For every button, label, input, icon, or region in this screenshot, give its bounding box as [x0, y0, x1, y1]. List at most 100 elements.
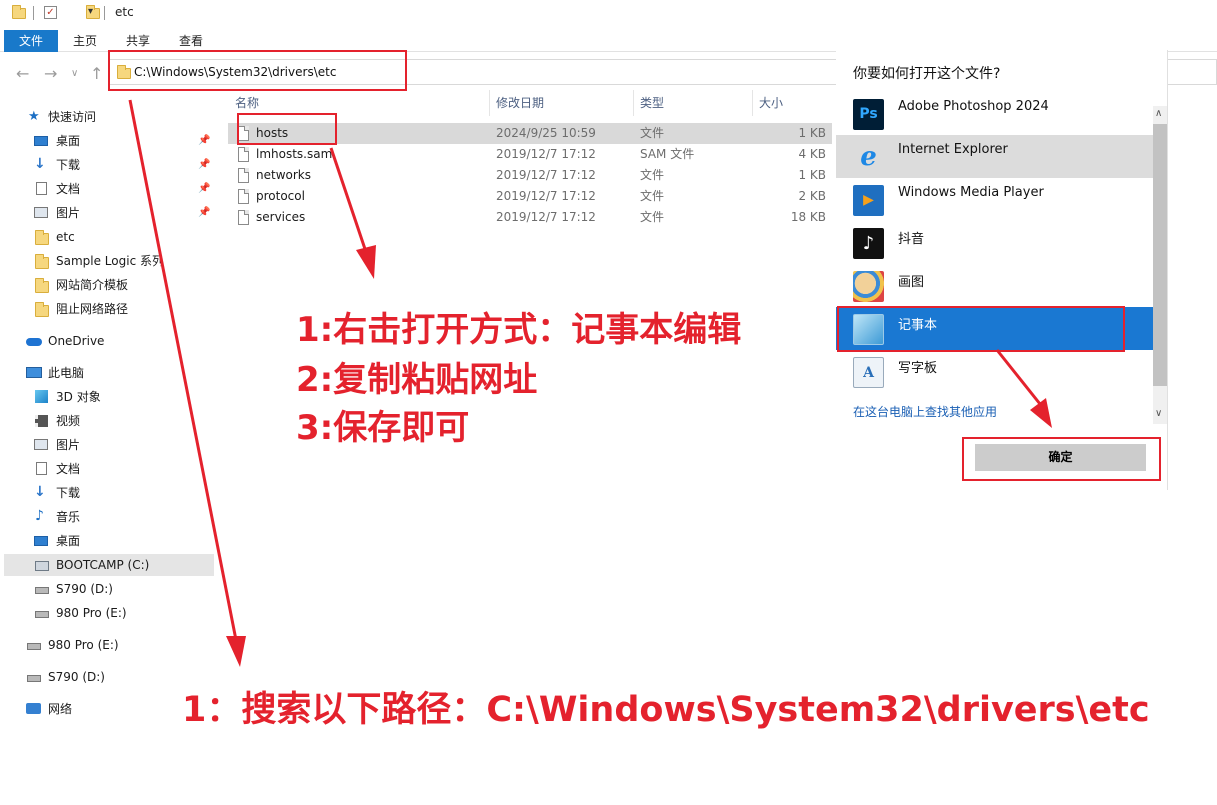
- dialog-scrollbar[interactable]: ∧ ∨: [1153, 106, 1167, 424]
- column-header-type[interactable]: 类型: [640, 90, 664, 116]
- column-header-size[interactable]: 大小: [759, 90, 783, 116]
- table-row[interactable]: services 2019/12/7 17:12 文件 18 KB: [228, 207, 832, 228]
- sidebar-item-label: 桌面: [56, 534, 81, 548]
- sidebar-item-onedrive[interactable]: OneDrive: [26, 330, 216, 352]
- tab-file[interactable]: 文件: [4, 30, 58, 52]
- app-name: 画图: [898, 275, 925, 290]
- find-more-apps-link[interactable]: 在这台电脑上查找其他应用: [853, 403, 997, 420]
- file-name: networks: [256, 168, 311, 182]
- tab-share[interactable]: 共享: [126, 32, 150, 50]
- chevron-up-icon[interactable]: ∧: [1155, 108, 1162, 119]
- drive-icon: [35, 611, 49, 618]
- sidebar-item-980pro-e-drive[interactable]: 980 Pro (E:): [26, 634, 216, 656]
- app-name: 记事本: [898, 318, 938, 333]
- sidebar-item-s790-d[interactable]: S790 (D:): [34, 578, 216, 600]
- divider: [752, 90, 753, 116]
- sidebar-item-label: 文档: [56, 182, 81, 196]
- sidebar-item-etc[interactable]: etc: [34, 226, 216, 248]
- sidebar-item-label: 图片: [56, 206, 81, 220]
- music-icon: ♪: [35, 508, 44, 524]
- sidebar-item-s790-d-drive[interactable]: S790 (D:): [26, 666, 216, 688]
- video-icon: [35, 415, 48, 427]
- sidebar-item-label: 图片: [56, 438, 81, 452]
- folder-icon: [35, 278, 49, 293]
- table-row[interactable]: protocol 2019/12/7 17:12 文件 2 KB: [228, 186, 832, 207]
- file-size: 2 KB: [798, 189, 826, 203]
- sidebar-item-label: 3D 对象: [56, 390, 101, 404]
- sidebar-item-980pro-e[interactable]: 980 Pro (E:): [34, 602, 216, 624]
- sidebar-item-videos[interactable]: 视频: [34, 410, 216, 432]
- file-type: 文件: [640, 126, 665, 140]
- file-icon: [238, 147, 249, 162]
- app-name: 写字板: [898, 361, 938, 376]
- sidebar-item-quick-access[interactable]: ★ 快速访问: [28, 106, 216, 128]
- sidebar-item-desktop[interactable]: 桌面 📌: [34, 130, 216, 152]
- computer-icon: [26, 367, 42, 378]
- sidebar-item-label: 视频: [56, 414, 81, 428]
- app-name: Adobe Photoshop 2024: [898, 99, 1049, 114]
- star-icon: ★: [28, 109, 40, 124]
- sidebar-item-music[interactable]: ♪ 音乐: [34, 506, 216, 528]
- app-option-media-player[interactable]: ▶ Windows Media Player: [836, 178, 1154, 221]
- back-icon[interactable]: ←: [16, 64, 29, 83]
- sidebar-item-label: S790 (D:): [48, 670, 105, 684]
- pin-icon: 📌: [198, 135, 211, 146]
- file-list: 名称 修改日期 类型 大小 hosts 2024/9/25 10:59 文件 1…: [228, 90, 832, 230]
- app-option-internet-explorer[interactable]: e Internet Explorer: [836, 135, 1154, 178]
- sidebar-item-pictures[interactable]: 图片 📌: [34, 202, 216, 224]
- tab-home[interactable]: 主页: [73, 32, 97, 50]
- title-bar: ✓ ▾ etc: [0, 0, 1217, 28]
- sidebar-item-label: 网站简介模板: [56, 278, 129, 292]
- sidebar-item-label: 文档: [56, 462, 81, 476]
- forward-icon[interactable]: →: [44, 64, 57, 83]
- cloud-icon: [26, 338, 42, 346]
- table-row[interactable]: hosts 2024/9/25 10:59 文件 1 KB: [228, 123, 832, 144]
- sidebar-item-downloads[interactable]: ↓ 下载 📌: [34, 154, 216, 176]
- divider: [489, 90, 490, 116]
- chevron-down-icon[interactable]: ▾: [88, 6, 93, 17]
- column-header-date[interactable]: 修改日期: [496, 90, 544, 116]
- photoshop-icon: Ps: [853, 99, 884, 130]
- download-icon: ↓: [34, 484, 46, 500]
- file-icon: [238, 168, 249, 183]
- sidebar-item-downloads-pc[interactable]: ↓ 下载: [34, 482, 216, 504]
- table-row[interactable]: lmhosts.sam 2019/12/7 17:12 SAM 文件 4 KB: [228, 144, 832, 165]
- annotation-step-1: 1:右击打开方式：记事本编辑: [296, 310, 742, 350]
- sidebar-item-pictures-pc[interactable]: 图片: [34, 434, 216, 456]
- address-path[interactable]: C:\Windows\System32\drivers\etc: [134, 65, 336, 79]
- sidebar-item-desktop-pc[interactable]: 桌面: [34, 530, 216, 552]
- notepad-icon: [853, 314, 884, 345]
- ribbon: 文件 主页 共享 查看: [0, 28, 1217, 52]
- file-size: 4 KB: [798, 147, 826, 161]
- ok-button[interactable]: 确定: [975, 444, 1146, 471]
- chevron-down-icon[interactable]: ∨: [1155, 408, 1162, 419]
- sidebar-item-bootcamp[interactable]: BOOTCAMP (C:): [4, 554, 214, 576]
- sidebar-item-3d-objects[interactable]: 3D 对象: [34, 386, 216, 408]
- chevron-down-icon[interactable]: ∨: [71, 68, 78, 79]
- table-row[interactable]: networks 2019/12/7 17:12 文件 1 KB: [228, 165, 832, 186]
- drive-icon: [27, 643, 41, 650]
- sidebar-item-block-network-path[interactable]: 阻止网络路径: [34, 298, 216, 320]
- scrollbar-thumb[interactable]: [1153, 124, 1167, 386]
- app-option-photoshop[interactable]: Ps Adobe Photoshop 2024: [836, 92, 1154, 135]
- folder-icon: [35, 302, 49, 317]
- sidebar-item-documents[interactable]: 文档 📌: [34, 178, 216, 200]
- tab-view[interactable]: 查看: [179, 32, 203, 50]
- sidebar-item-label: Sample Logic 系列: [56, 254, 161, 268]
- properties-icon[interactable]: ✓: [44, 6, 57, 19]
- app-option-paint[interactable]: 画图: [836, 264, 1154, 307]
- app-option-douyin[interactable]: ♪ 抖音: [836, 221, 1154, 264]
- document-icon: [36, 182, 47, 195]
- divider: [104, 6, 105, 20]
- sidebar-item-this-pc[interactable]: 此电脑: [26, 362, 216, 384]
- file-size: 1 KB: [798, 126, 826, 140]
- app-option-notepad[interactable]: 记事本: [836, 307, 1154, 350]
- sidebar-item-sample-logic[interactable]: Sample Logic 系列: [34, 250, 161, 272]
- column-header-name[interactable]: 名称: [235, 90, 259, 116]
- sidebar-item-documents-pc[interactable]: 文档: [34, 458, 216, 480]
- sidebar-item-website-template[interactable]: 网站简介模板: [34, 274, 216, 296]
- up-icon[interactable]: ↑: [90, 64, 103, 83]
- desktop-icon: [34, 536, 48, 546]
- file-type: 文件: [640, 210, 665, 224]
- app-option-wordpad[interactable]: A 写字板: [836, 350, 1154, 393]
